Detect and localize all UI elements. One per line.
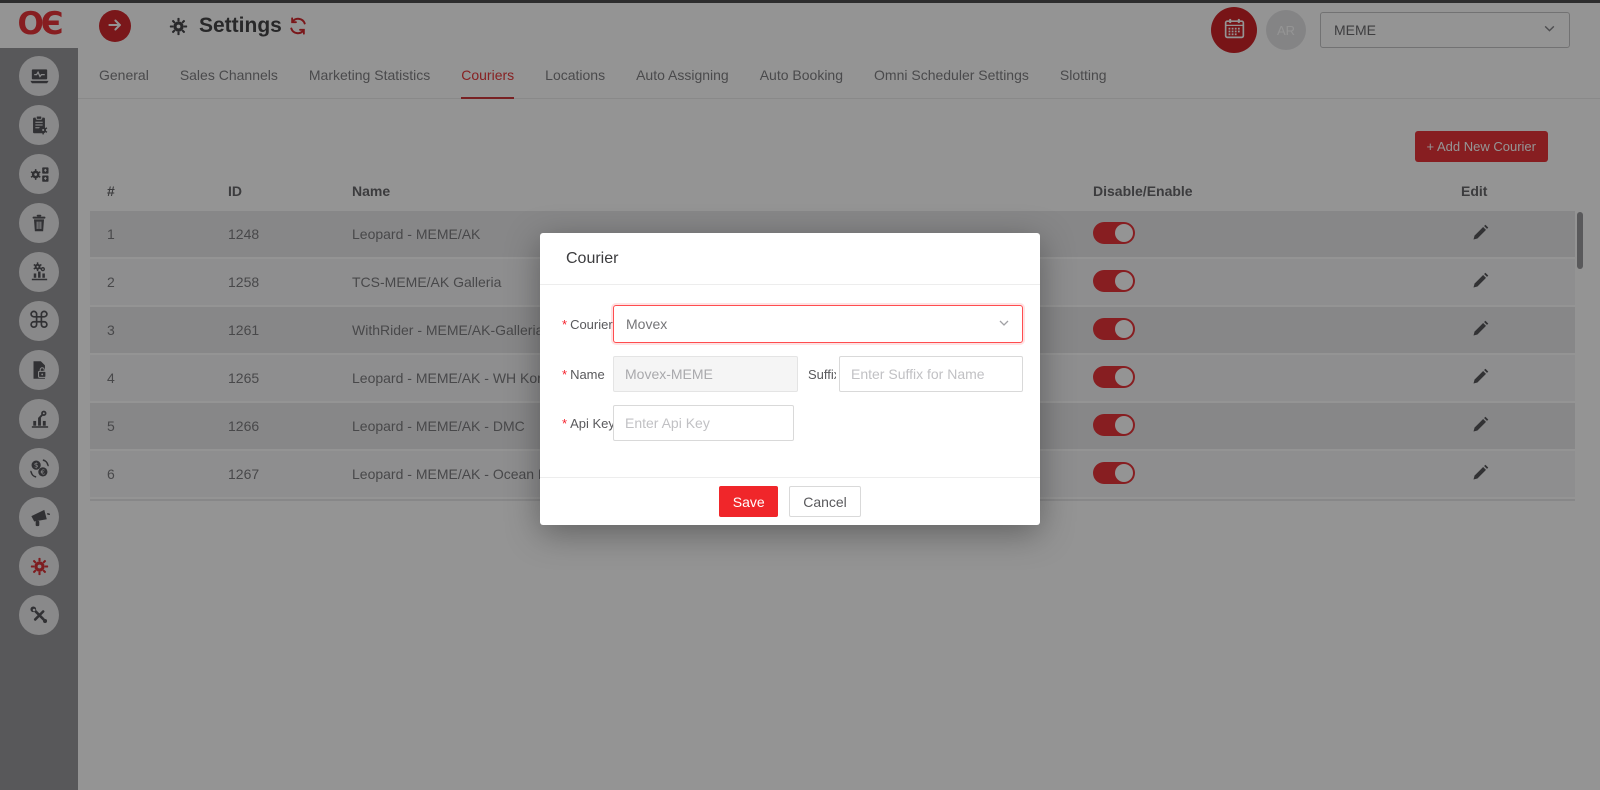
required-asterisk: *: [562, 367, 567, 382]
modal-body: *Courier Movex *Name Suffix *Api Key: [540, 285, 1040, 477]
name-field-label: *Name: [562, 367, 613, 382]
required-asterisk: *: [562, 416, 567, 431]
courier-select-value: Movex: [626, 316, 667, 332]
name-input[interactable]: [613, 356, 798, 392]
api-key-input[interactable]: [613, 405, 794, 441]
courier-select[interactable]: Movex: [613, 305, 1023, 343]
chevron-down-icon: [998, 316, 1010, 332]
suffix-input[interactable]: [839, 356, 1023, 392]
courier-field-label: *Courier: [562, 317, 613, 332]
courier-modal: Courier *Courier Movex *Name Suffix *Api…: [540, 233, 1040, 525]
app-window: OЄ ⌘$€ Settings: [0, 0, 1600, 790]
required-asterisk: *: [562, 317, 567, 332]
save-button[interactable]: Save: [719, 486, 778, 517]
modal-footer: Save Cancel: [540, 477, 1040, 525]
api-key-field-label: *Api Key: [562, 416, 613, 431]
cancel-button[interactable]: Cancel: [789, 486, 861, 517]
modal-title: Courier: [540, 233, 1040, 285]
suffix-field-label: Suffix: [808, 367, 836, 382]
